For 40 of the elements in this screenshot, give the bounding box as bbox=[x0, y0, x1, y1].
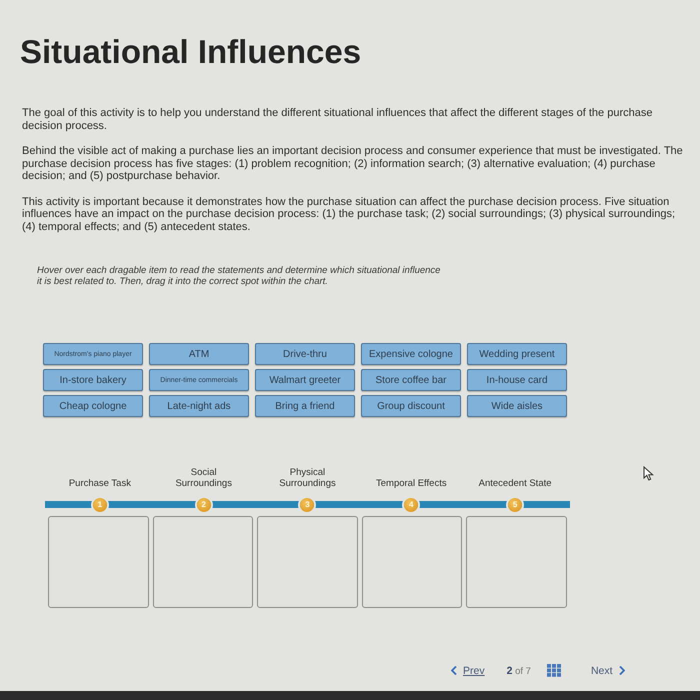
draggable-item[interactable]: Group discount bbox=[361, 395, 461, 417]
stage-label: Antecedent State bbox=[478, 478, 552, 489]
intro-paragraph: Behind the visible act of making a purchase lies an important decision process and consumer experience that must be investigated. The purchase decision process has five stages: (1) problem recognition; (2) information search; (3) alternative evaluation; (4) purchase decision; and (5) postpurchase behavior. bbox=[22, 145, 684, 182]
step-number-badge: 1 bbox=[92, 498, 107, 512]
draggable-item[interactable]: Wide aisles bbox=[467, 395, 567, 417]
draggable-item[interactable]: Store coffee bar bbox=[361, 369, 461, 391]
draggable-item[interactable]: Wedding present bbox=[467, 343, 567, 365]
stage-label: Physical Surroundings bbox=[279, 467, 336, 489]
draggable-item[interactable]: Bring a friend bbox=[255, 395, 355, 417]
chevron-right-icon bbox=[618, 666, 625, 675]
stage-label: Purchase Task bbox=[68, 478, 131, 489]
step-number-badge: 3 bbox=[300, 498, 314, 512]
draggable-item[interactable]: Walmart greeter bbox=[255, 369, 355, 391]
step-number-badge: 4 bbox=[404, 498, 418, 512]
intro-paragraph: The goal of this activity is to help you understand the different situational influences that affect the different stages of the purchase decision process. bbox=[22, 107, 654, 132]
drop-zone[interactable] bbox=[257, 516, 358, 608]
draggable-item[interactable]: Late-night ads bbox=[149, 395, 249, 417]
cursor-icon bbox=[643, 466, 654, 481]
drop-zone[interactable] bbox=[48, 516, 149, 608]
step-number-badge: 2 bbox=[196, 498, 211, 512]
stage-label: Temporal Effects bbox=[376, 478, 447, 489]
drop-zone[interactable] bbox=[466, 516, 567, 608]
draggable-item[interactable]: Cheap cologne bbox=[43, 395, 143, 417]
next-link[interactable]: Next bbox=[590, 664, 625, 676]
draggable-item[interactable]: Expensive cologne bbox=[361, 343, 461, 365]
grid-icon[interactable] bbox=[546, 664, 561, 677]
instructions-text: Hover over each dragable item to read the statements and determine which situational influence it is best related to. Then, drag it into the correct spot within the chart. bbox=[37, 265, 441, 287]
step-number-badge: 5 bbox=[508, 498, 522, 512]
stage-label: Social Surroundings bbox=[175, 467, 232, 489]
draggable-item[interactable]: In-store bakery bbox=[43, 369, 143, 391]
chevron-left-icon bbox=[451, 666, 457, 675]
drop-zone[interactable] bbox=[152, 516, 254, 608]
intro-paragraph: This activity is important because it demonstrates how the purchase situation can affect the purchase decision process. Five situation influences have an impact on the purchase decision process: (1) the purchase task; (2) social surroundings; (3) physical surroundings; (4) temporal effects; and (5) antecedent states. bbox=[22, 196, 676, 233]
drop-zone[interactable] bbox=[362, 516, 462, 608]
page-indicator: 2 of 7 bbox=[506, 664, 531, 676]
prev-link[interactable]: Prev bbox=[451, 664, 485, 676]
draggable-item[interactable]: In-house card bbox=[467, 369, 567, 391]
draggable-item[interactable]: ATM bbox=[149, 343, 249, 365]
page-title: Situational Influences bbox=[20, 34, 362, 70]
draggable-item[interactable]: Drive-thru bbox=[255, 343, 355, 365]
